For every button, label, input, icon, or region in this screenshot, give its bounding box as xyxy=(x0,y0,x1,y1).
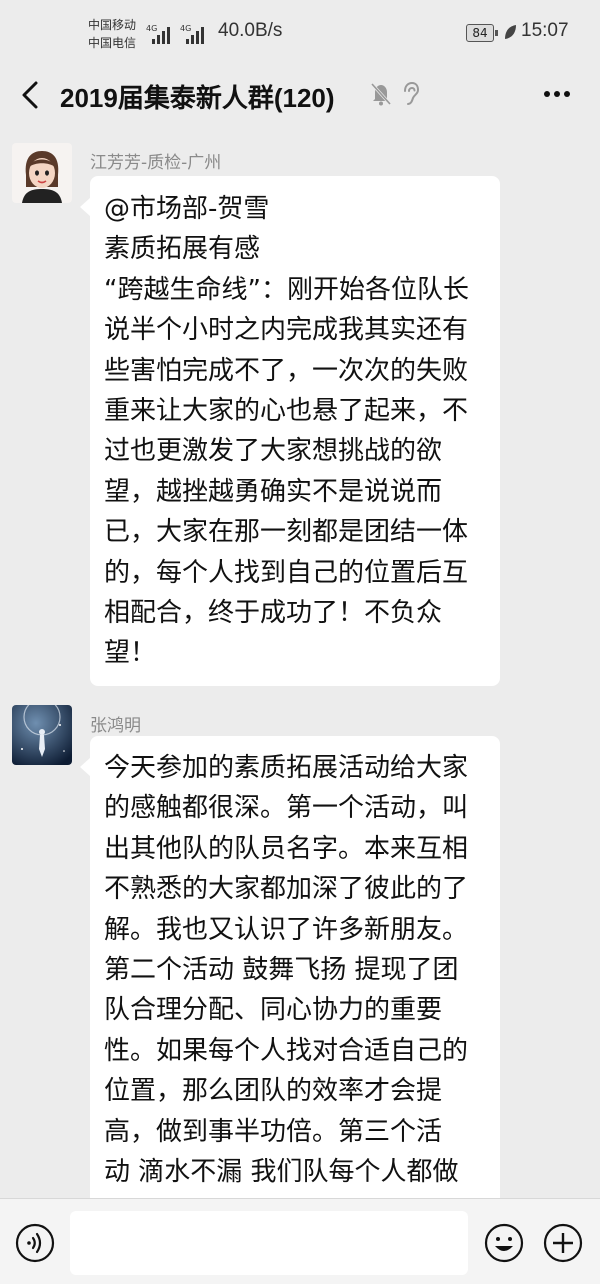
sender-avatar[interactable] xyxy=(12,705,72,765)
message-bubble[interactable]: @市场部-贺雪 素质拓展有感 “跨越生命线”：刚开始各位队长 说半个小时之内完成… xyxy=(80,176,500,686)
message-line: 今天参加的素质拓展活动给大家 xyxy=(104,753,469,783)
message-line: 过也更激发了大家想挑战的欲 xyxy=(104,436,443,467)
message-line: 解。我也又认识了许多新朋友。 xyxy=(104,914,469,945)
message-line: 第二个活动 鼓舞飞扬 提现了团 xyxy=(104,955,459,986)
ear-icon xyxy=(404,81,420,105)
signal-2-icon: 4G xyxy=(180,24,204,44)
network-2-label: 4G xyxy=(180,24,191,33)
plus-circle-icon[interactable] xyxy=(543,1223,583,1263)
message-line: 的感触都很深。第一个活动，叫 xyxy=(104,793,469,824)
message-line: “跨越生命线”：刚开始各位队长 xyxy=(104,274,469,305)
leaf-icon xyxy=(505,25,516,39)
emoji-icon[interactable] xyxy=(484,1223,524,1263)
message-line: 动 滴水不漏 我们队每个人都做 xyxy=(104,1157,459,1188)
status-bar: 中国移动 中国电信 4G 4G 40.0B/s 84 15:07 xyxy=(0,0,600,68)
message-line: 高，做到事半功倍。第三个活 xyxy=(104,1116,443,1147)
message-line: 出其他队的队员名字。本来互相 xyxy=(104,833,469,864)
more-options-button[interactable] xyxy=(540,80,574,108)
chat-header: 2019届集泰新人群(120) xyxy=(0,68,600,122)
signal-1-icon: 4G xyxy=(146,24,170,44)
message-line: 队合理分配、同心协力的重要 xyxy=(104,995,443,1026)
message-line: 说半个小时之内完成我其实还有 xyxy=(104,315,469,346)
back-button[interactable] xyxy=(16,80,44,110)
input-bar xyxy=(0,1198,600,1284)
message-line: 性。如果每个人找对合适自己的 xyxy=(104,1035,469,1066)
net-speed: 40.0B/s xyxy=(218,20,283,41)
carrier-2: 中国电信 xyxy=(88,36,137,50)
message-line: 的，每个人找到自己的位置后互 xyxy=(104,557,469,588)
voice-icon[interactable] xyxy=(15,1223,55,1263)
message-input[interactable] xyxy=(70,1211,468,1275)
message-line: 望！ xyxy=(104,638,157,669)
message-bubble[interactable]: 今天参加的素质拓展活动给大家 的感触都很深。第一个活动，叫 出其他队的队员名字。… xyxy=(80,736,500,1206)
message-line: 重来让大家的心也悬了起来，不 xyxy=(104,396,469,427)
network-1-label: 4G xyxy=(146,24,157,33)
carrier-1: 中国移动 xyxy=(88,18,137,32)
sender-avatar[interactable] xyxy=(12,143,72,203)
message-line: 相配合，终于成功了！不负众 xyxy=(104,598,443,629)
message-line: 已，大家在那一刻都是团结一体 xyxy=(104,517,469,548)
sender-name: 江芳芳-质检-广州 xyxy=(90,153,222,173)
message-line: @市场部-贺雪 xyxy=(104,194,270,224)
carrier-info: 中国移动 中国电信 xyxy=(88,16,136,52)
battery-indicator: 84 xyxy=(466,24,498,42)
message-line: 望，越挫越勇确实不是说说而 xyxy=(104,476,443,507)
message-line: 位置，那么团队的效率才会提 xyxy=(104,1076,443,1107)
chat-title[interactable]: 2019届集泰新人群(120) xyxy=(60,78,335,115)
sender-name: 张鸿明 xyxy=(90,716,141,736)
message-line: 素质拓展有感 xyxy=(104,234,261,265)
bell-off-icon xyxy=(370,82,392,106)
clock: 15:07 xyxy=(521,20,569,41)
message-line: 不熟悉的大家都加深了彼此的了 xyxy=(104,874,469,905)
message-line: 些害怕完成不了，一次次的失败 xyxy=(104,355,469,386)
